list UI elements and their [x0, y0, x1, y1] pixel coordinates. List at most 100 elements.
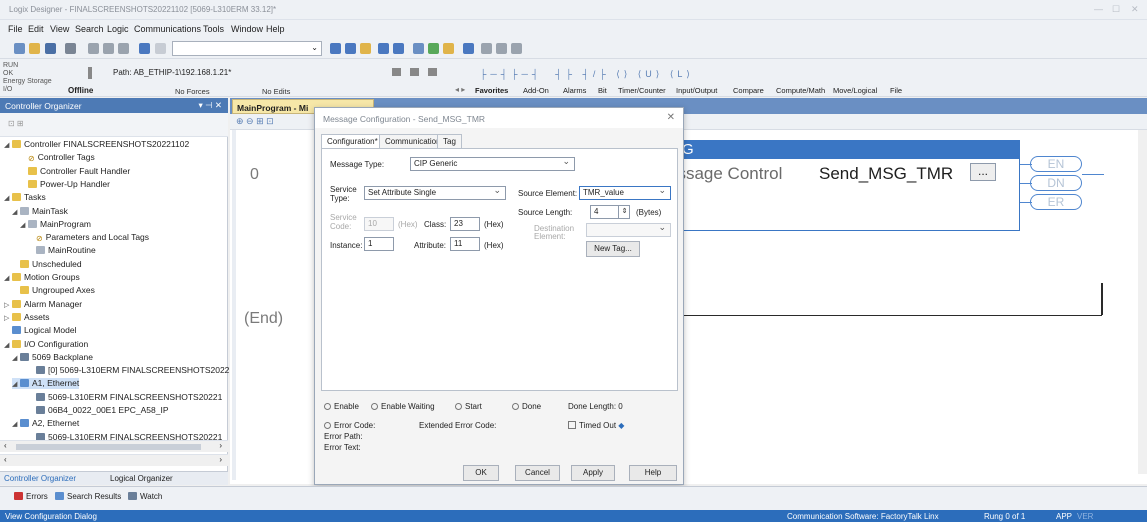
- save-icon[interactable]: [45, 43, 56, 54]
- zoom-icon[interactable]: [413, 43, 424, 54]
- tab-logical-organizer[interactable]: Logical Organizer: [110, 474, 173, 483]
- scroll2-right-icon[interactable]: ›: [219, 455, 222, 464]
- organizer-tool-icons[interactable]: ⊡ ⊞: [8, 119, 24, 128]
- collapse-icon[interactable]: ◢: [4, 273, 12, 284]
- print-icon[interactable]: [65, 43, 76, 54]
- open-icon[interactable]: [29, 43, 40, 54]
- tree-item[interactable]: ◢ MainTask: [12, 206, 68, 217]
- tree-item[interactable]: Controller Fault Handler: [20, 166, 130, 177]
- apply-button[interactable]: Apply: [571, 465, 615, 481]
- ladder-palette[interactable]: ├─┤├─┤ ┤├ ┤/├ ⟨⟩ ⟨U⟩ ⟨L⟩: [480, 69, 694, 80]
- forces-status[interactable]: No Forces: [175, 87, 210, 96]
- help-button[interactable]: Help: [629, 465, 677, 481]
- tree-item[interactable]: 06B4_0022_00E1 EPC_A58_IP: [28, 405, 169, 416]
- tree-item[interactable]: ◢ I/O Configuration: [4, 339, 88, 350]
- menu-window[interactable]: Window: [231, 24, 263, 34]
- tool-icon[interactable]: [496, 43, 507, 54]
- scroll-thumb[interactable]: [16, 444, 201, 450]
- comm-path[interactable]: Path: AB_ETHIP-1\192.168.1.21*: [113, 68, 231, 77]
- tree-item[interactable]: ◢ 5069 Backplane: [12, 352, 93, 363]
- tab-compute-math[interactable]: Compute/Math: [776, 86, 825, 95]
- tree-item[interactable]: ◢ A1, Ethernet: [12, 378, 80, 390]
- menu-search[interactable]: Search: [75, 24, 104, 34]
- collapse-icon[interactable]: ◢: [12, 379, 20, 390]
- horizontal-scrollbar[interactable]: ‹ ›: [0, 440, 228, 452]
- restore-icon[interactable]: ☐: [1112, 4, 1120, 15]
- tree-item[interactable]: MainRoutine: [28, 245, 96, 256]
- tree-item[interactable]: ▷ Alarm Manager: [4, 299, 82, 310]
- scroll-left-icon[interactable]: ‹: [4, 441, 7, 450]
- menu-help[interactable]: Help: [266, 24, 285, 34]
- new-tag-button[interactable]: New Tag...: [586, 241, 640, 257]
- tab-controller-organizer[interactable]: Controller Organizer: [4, 474, 76, 483]
- search-up-icon[interactable]: [330, 43, 341, 54]
- tree-item[interactable]: ◢ Motion Groups: [4, 272, 80, 283]
- cross-ref-icon[interactable]: [443, 43, 454, 54]
- ok-button[interactable]: OK: [463, 465, 499, 481]
- tab-add-on[interactable]: Add-On: [523, 86, 549, 95]
- undo-icon[interactable]: [139, 43, 150, 54]
- tab-file[interactable]: File: [890, 86, 902, 95]
- tab-input-output[interactable]: Input/Output: [676, 86, 717, 95]
- msg-browse-button[interactable]: ...: [970, 163, 996, 181]
- tree-item[interactable]: 5069-L310ERM FINALSCREENSHOTS20221: [28, 392, 222, 403]
- network-icons[interactable]: [392, 68, 437, 76]
- scroll2-left-icon[interactable]: ‹: [4, 455, 7, 464]
- tab-move-logical[interactable]: Move/Logical: [833, 86, 877, 95]
- cut-icon[interactable]: [88, 43, 99, 54]
- scroll-right-icon[interactable]: ›: [219, 441, 222, 450]
- search-down-icon[interactable]: [345, 43, 356, 54]
- collapse-icon[interactable]: ◢: [12, 207, 20, 218]
- menu-edit[interactable]: Edit: [28, 24, 44, 34]
- tool2-icon[interactable]: [511, 43, 522, 54]
- tab-compare[interactable]: Compare: [733, 86, 764, 95]
- menu-communications[interactable]: Communications: [134, 24, 201, 34]
- message-type-select[interactable]: CIP Generic: [410, 157, 575, 171]
- msg-instruction-block[interactable]: SG essage Control Send_MSG_TMR ...: [665, 140, 1020, 231]
- class-field[interactable]: 23: [450, 217, 480, 231]
- timed-out-checkbox-icon[interactable]: [568, 421, 576, 429]
- tree-item[interactable]: ⊘ Parameters and Local Tags: [28, 232, 149, 243]
- tree-item[interactable]: ⊘ Controller Tags: [20, 152, 95, 163]
- tree-item[interactable]: ◢ A2, Ethernet: [12, 418, 79, 429]
- tab-errors[interactable]: Errors: [14, 492, 48, 501]
- menu-logic[interactable]: Logic: [107, 24, 129, 34]
- tree-item[interactable]: ◢ Controller FINALSCREENSHOTS20221102: [4, 139, 189, 150]
- tree-item[interactable]: ◢ MainProgram: [20, 219, 91, 230]
- horizontal-scrollbar-2[interactable]: ‹ ›: [0, 454, 228, 466]
- tab-scroll-arrows[interactable]: ◂ ▸: [455, 85, 465, 94]
- collapse-icon[interactable]: ◢: [4, 340, 12, 351]
- service-code-field[interactable]: 10: [364, 217, 394, 231]
- browse-icon[interactable]: [481, 43, 492, 54]
- paste-icon[interactable]: [118, 43, 129, 54]
- menu-tools[interactable]: Tools: [203, 24, 224, 34]
- service-type-select[interactable]: Set Attribute Single: [364, 186, 506, 200]
- collapse-icon[interactable]: ◢: [4, 193, 12, 204]
- minimize-icon[interactable]: —: [1094, 4, 1103, 14]
- tree-item[interactable]: Unscheduled: [12, 259, 82, 270]
- source-element-select[interactable]: TMR_value: [579, 186, 671, 200]
- tree-item[interactable]: ◢ Tasks: [4, 192, 46, 203]
- collapse-icon[interactable]: ◢: [12, 419, 20, 430]
- tree-item[interactable]: [0] 5069-L310ERM FINALSCREENSHOTS2022: [28, 365, 229, 376]
- online-mode[interactable]: Offline: [68, 86, 93, 95]
- expand-icon[interactable]: ▷: [4, 313, 12, 324]
- collapse-icon[interactable]: ◢: [12, 353, 20, 364]
- dialog-close-icon[interactable]: ✕: [667, 112, 675, 123]
- destination-element-select[interactable]: [586, 223, 671, 237]
- collapse-icon[interactable]: ◢: [4, 140, 12, 151]
- editor-vscrollbar[interactable]: [1138, 130, 1147, 474]
- zoom-icons[interactable]: ⊕ ⊖ ⊞ ⊡: [236, 116, 274, 127]
- new-icon[interactable]: [14, 43, 25, 54]
- collapse-icon[interactable]: ◢: [20, 220, 28, 231]
- tab-favorites[interactable]: Favorites: [475, 86, 508, 95]
- copy-icon[interactable]: [103, 43, 114, 54]
- tab-configuration[interactable]: Configuration*: [321, 134, 384, 149]
- search-combo[interactable]: ⌄: [172, 41, 322, 56]
- instance-field[interactable]: 1: [364, 237, 394, 251]
- source-length-spinner[interactable]: ⇕: [618, 205, 630, 219]
- verify-icon[interactable]: [378, 43, 389, 54]
- msg-control-tag[interactable]: Send_MSG_TMR: [819, 164, 953, 184]
- tab-watch[interactable]: Watch: [128, 492, 162, 501]
- edits-status[interactable]: No Edits: [262, 87, 290, 96]
